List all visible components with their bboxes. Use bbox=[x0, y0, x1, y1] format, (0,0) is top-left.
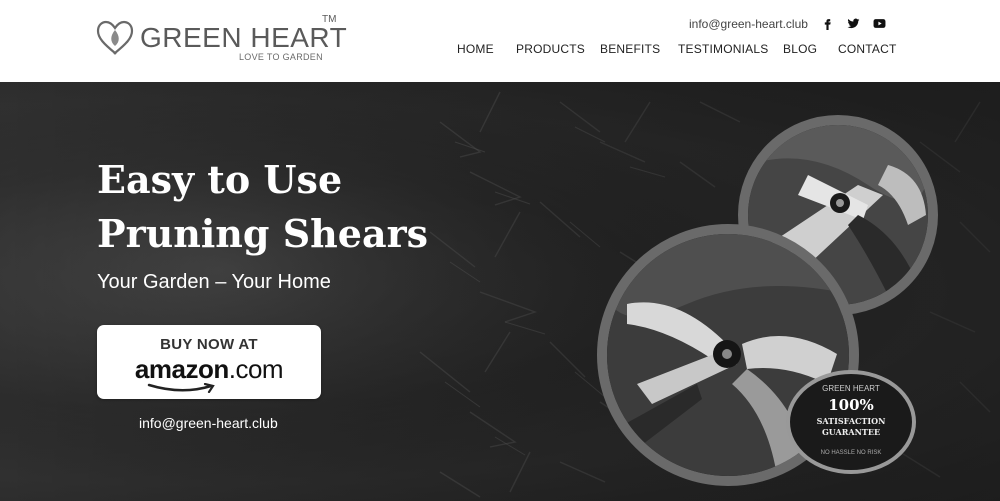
site-header: GREEN HEART TM LOVE TO GARDEN info@green… bbox=[0, 0, 1000, 82]
badge-satisfaction: SATISFACTION bbox=[816, 416, 886, 426]
nav-contact[interactable]: CONTACT bbox=[838, 42, 897, 56]
badge-no-hassle: NO HASSLE NO RISK bbox=[820, 450, 882, 456]
trademark-mark: TM bbox=[322, 14, 337, 25]
badge-guarantee: GUARANTEE bbox=[821, 427, 881, 437]
brand-name: GREEN HEART bbox=[140, 22, 348, 53]
nav-testimonials[interactable]: TESTIMONIALS bbox=[678, 42, 768, 56]
header-email-link[interactable]: info@green-heart.club bbox=[689, 17, 808, 31]
nav-home[interactable]: HOME bbox=[457, 42, 494, 56]
hero-headline: Easy to Use Pruning Shears bbox=[97, 153, 428, 261]
amazon-smile-icon bbox=[147, 383, 215, 393]
brand-tagline: LOVE TO GARDEN bbox=[239, 52, 323, 62]
headline-line-1: Easy to Use bbox=[97, 157, 343, 202]
hero-email-link[interactable]: info@green-heart.club bbox=[139, 415, 278, 431]
nav-blog[interactable]: BLOG bbox=[783, 42, 817, 56]
nav-products[interactable]: PRODUCTS bbox=[516, 42, 585, 56]
headline-line-2: Pruning Shears bbox=[97, 211, 428, 256]
badge-brand: GREEN HEART bbox=[822, 384, 880, 393]
heart-logo-icon bbox=[96, 20, 134, 55]
badge-percent: 100% bbox=[828, 396, 874, 414]
buy-now-label: BUY NOW AT bbox=[160, 336, 258, 353]
hero-subline: Your Garden – Your Home bbox=[97, 271, 331, 293]
satisfaction-guarantee-badge: GREEN HEART 100% SATISFACTION GUARANTEE … bbox=[786, 370, 916, 474]
brand-logo[interactable]: GREEN HEART TM LOVE TO GARDEN bbox=[96, 14, 347, 64]
facebook-icon[interactable] bbox=[818, 14, 836, 32]
hero-section: Easy to Use Pruning Shears Your Garden –… bbox=[0, 82, 1000, 501]
nav-benefits[interactable]: BENEFITS bbox=[600, 42, 660, 56]
youtube-icon[interactable] bbox=[870, 14, 888, 32]
amazon-wordmark: amazon.com bbox=[134, 354, 284, 384]
twitter-icon[interactable] bbox=[844, 14, 862, 32]
buy-now-amazon-button[interactable]: BUY NOW AT amazon.com bbox=[97, 325, 321, 399]
